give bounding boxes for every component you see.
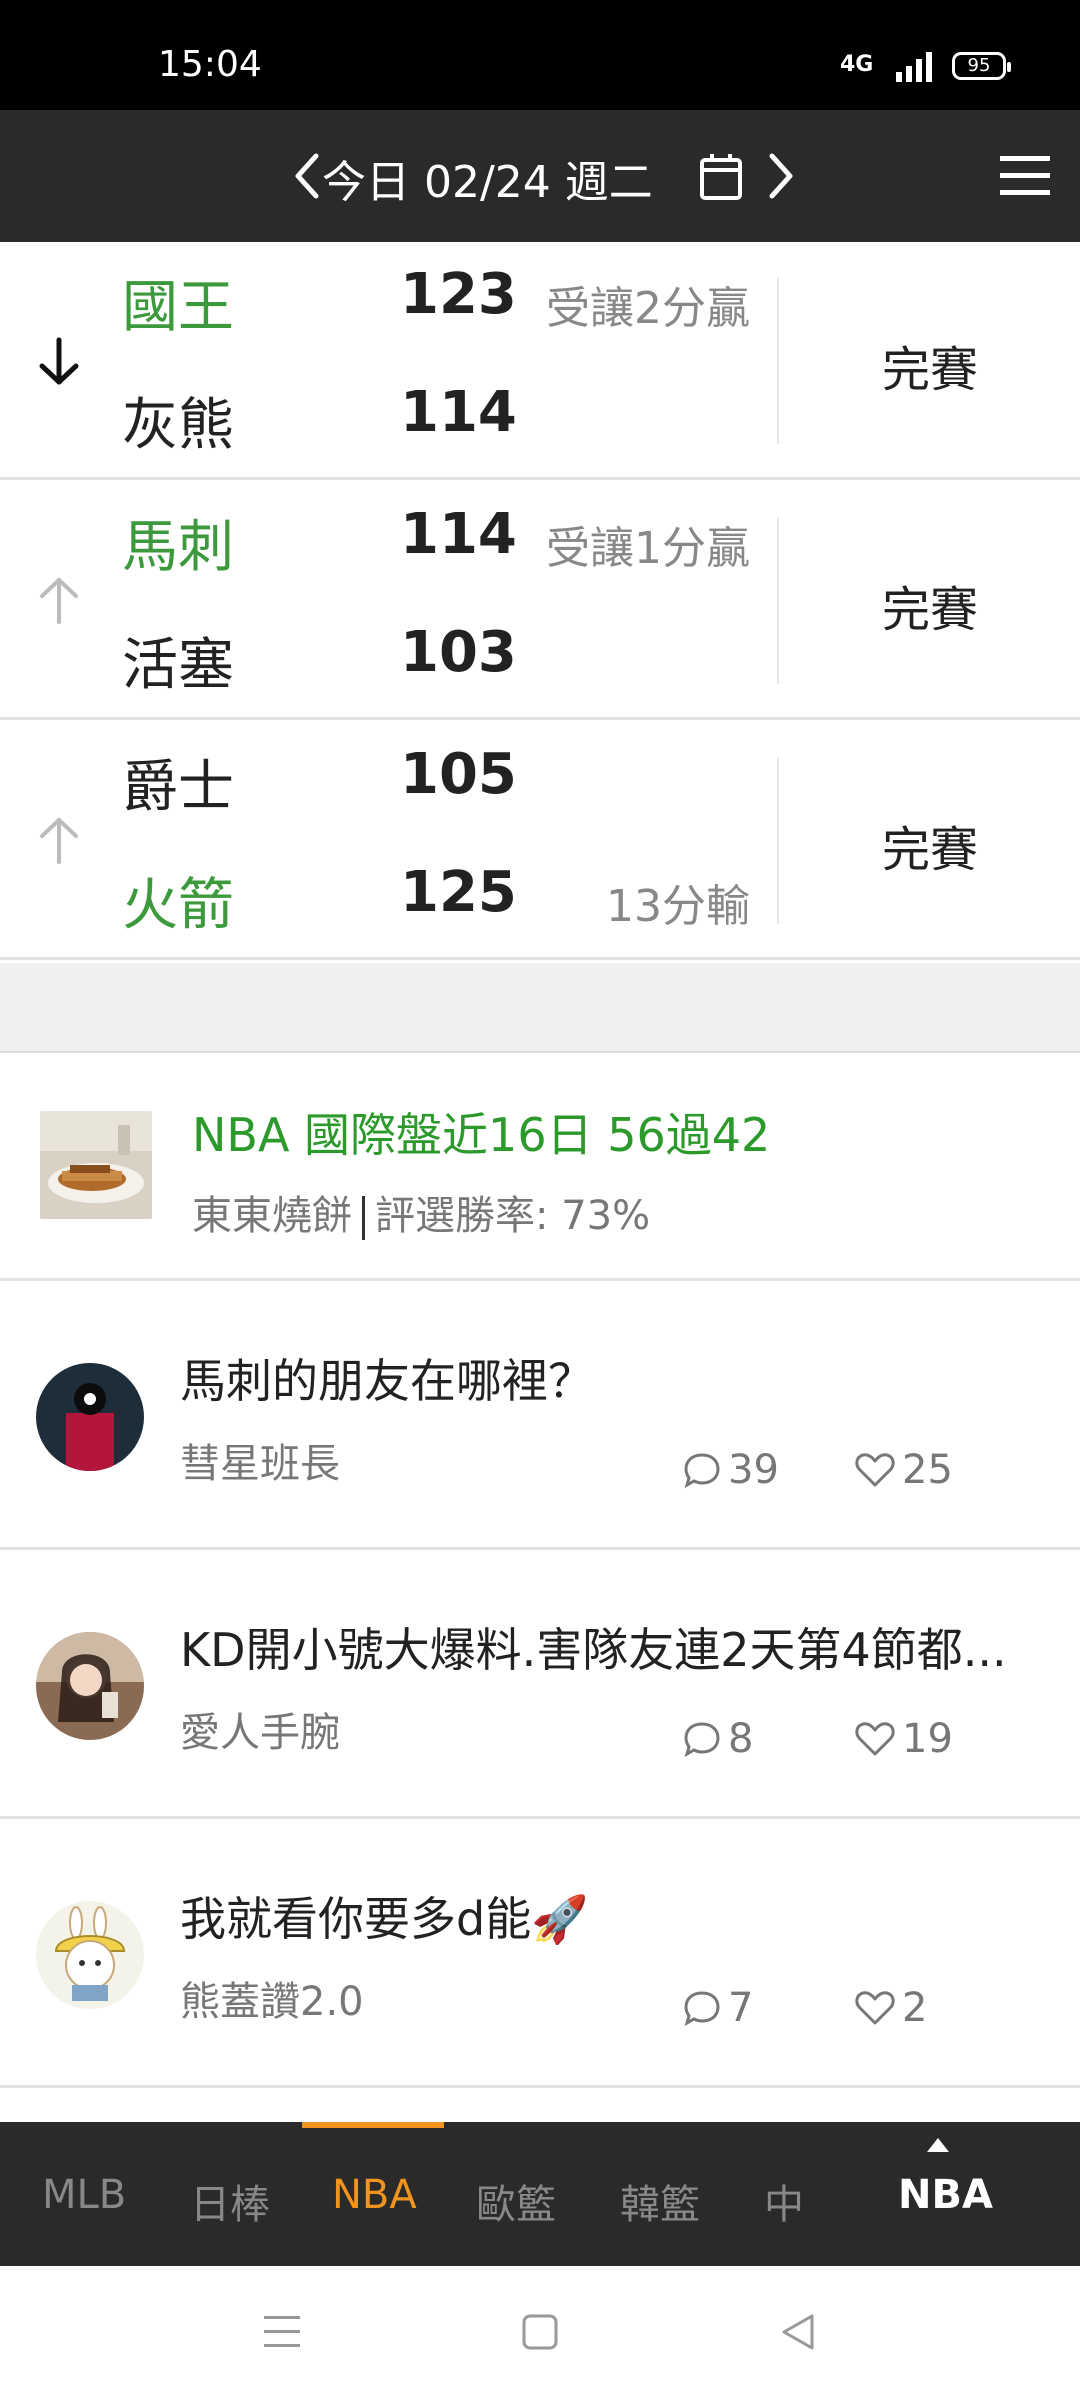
tab-korea-basketball[interactable]: 韓籃 bbox=[620, 2172, 700, 2230]
food-thumbnail-image bbox=[40, 1111, 152, 1219]
sport-selector-button[interactable]: NBA bbox=[898, 2172, 993, 2218]
post-title: 我就看你要多d能🚀 bbox=[180, 1892, 589, 1946]
recent-apps-menu-icon[interactable] bbox=[262, 2310, 302, 2354]
game-row[interactable]: 國王 123 受讓2分贏 灰熊 114 完賽 bbox=[0, 242, 1080, 480]
calendar-icon[interactable] bbox=[698, 152, 744, 202]
post-title: KD開小號大爆料.害隊友連2天第4節都... bbox=[180, 1623, 1007, 1677]
arrow-up-icon bbox=[40, 578, 78, 624]
team-score: 105 bbox=[400, 742, 517, 807]
signal-icon bbox=[896, 52, 932, 82]
post-title: 馬刺的朋友在哪裡？ bbox=[180, 1354, 594, 1408]
like-count[interactable]: 19 bbox=[854, 1716, 953, 1762]
section-spacer bbox=[0, 963, 1080, 1053]
forum-post[interactable]: KD開小號大爆料.害隊友連2天第4節都... 愛人手腕 8 19 bbox=[0, 1550, 1080, 1819]
column-divider bbox=[777, 758, 779, 924]
comment-count: 39 bbox=[682, 1447, 779, 1493]
forum-post[interactable]: 我就看你要多d能🚀 熊蓋讚2.0 7 2 bbox=[0, 1819, 1080, 2088]
next-day-chevron-icon[interactable] bbox=[762, 146, 802, 206]
network-type: 4G bbox=[840, 52, 874, 77]
forum-post[interactable]: 馬刺的朋友在哪裡？ 彗星班長 39 25 bbox=[0, 1281, 1080, 1550]
comment-icon bbox=[684, 1453, 720, 1489]
comment-icon bbox=[684, 1722, 720, 1758]
promo-card[interactable]: NBA 國際盤近16日 56過42 東東燒餅 評選勝率: 73% bbox=[0, 1053, 1080, 1281]
spread-result: 13分輸 bbox=[606, 881, 750, 932]
avatar bbox=[36, 1363, 144, 1471]
back-triangle-icon[interactable] bbox=[778, 2310, 818, 2354]
league-tab-bar: MLB 日棒 NBA 歐籃 韓籃 中 NBA bbox=[0, 2122, 1080, 2266]
hamburger-menu-icon[interactable] bbox=[998, 154, 1052, 198]
heart-icon bbox=[855, 1453, 895, 1487]
game-row[interactable]: 馬刺 114 受讓1分贏 活塞 103 完賽 bbox=[0, 482, 1080, 720]
game-status: 完賽 bbox=[882, 822, 979, 878]
comment-count: 8 bbox=[682, 1716, 753, 1762]
team-score: 125 bbox=[400, 860, 517, 925]
post-author: 彗星班長 bbox=[180, 1441, 340, 1487]
team-name: 活塞 bbox=[122, 633, 234, 698]
game-status: 完賽 bbox=[882, 582, 979, 638]
like-count[interactable]: 2 bbox=[854, 1985, 927, 2031]
tab-japan-baseball[interactable]: 日棒 bbox=[190, 2172, 270, 2230]
arrow-down-icon bbox=[39, 337, 79, 385]
status-time: 15:04 bbox=[158, 44, 262, 85]
status-bar: 15:04 4G 95 bbox=[0, 0, 1080, 110]
team-name: 馬刺 bbox=[122, 515, 234, 580]
game-status: 完賽 bbox=[882, 342, 979, 398]
spread-result: 受讓2分贏 bbox=[546, 283, 750, 334]
team-name: 爵士 bbox=[122, 755, 234, 820]
arrow-up-icon bbox=[40, 818, 78, 864]
active-tab-indicator bbox=[302, 2122, 444, 2128]
promo-author-line: 東東燒餅 評選勝率: 73% bbox=[192, 1183, 650, 1241]
promo-win-rate: 評選勝率: 73% bbox=[375, 1193, 651, 1239]
heart-icon bbox=[855, 1991, 895, 2025]
team-score: 103 bbox=[400, 620, 517, 685]
post-author: 愛人手腕 bbox=[180, 1710, 340, 1756]
game-row[interactable]: 爵士 105 火箭 125 13分輸 完賽 bbox=[0, 722, 1080, 960]
team-name: 火箭 bbox=[122, 873, 234, 938]
home-square-icon[interactable] bbox=[520, 2310, 560, 2354]
heart-icon bbox=[855, 1722, 895, 1756]
team-score: 114 bbox=[400, 502, 517, 567]
team-score: 114 bbox=[400, 380, 517, 445]
current-date-label[interactable]: 今日 02/24 週二 bbox=[322, 146, 653, 210]
tab-chinese-league[interactable]: 中 bbox=[764, 2172, 804, 2230]
avatar bbox=[36, 1632, 144, 1740]
tab-nba[interactable]: NBA bbox=[332, 2172, 417, 2218]
promo-title: NBA 國際盤近16日 56過42 bbox=[192, 1108, 771, 1162]
column-divider bbox=[777, 278, 779, 444]
divider bbox=[362, 1196, 365, 1240]
tab-euro-basketball[interactable]: 歐籃 bbox=[476, 2172, 556, 2230]
comment-count: 7 bbox=[682, 1985, 753, 2031]
avatar bbox=[36, 1901, 144, 2009]
post-author: 熊蓋讚2.0 bbox=[180, 1979, 364, 2025]
promo-author: 東東燒餅 bbox=[192, 1193, 352, 1239]
team-name: 國王 bbox=[122, 275, 234, 340]
comment-icon bbox=[684, 1991, 720, 2027]
team-name: 灰熊 bbox=[122, 393, 234, 458]
system-navigation-bar bbox=[0, 2266, 1080, 2400]
spread-result: 受讓1分贏 bbox=[546, 523, 750, 574]
column-divider bbox=[777, 518, 779, 684]
battery-icon: 95 bbox=[952, 52, 1011, 80]
team-score: 123 bbox=[400, 262, 517, 327]
tab-mlb[interactable]: MLB bbox=[42, 2172, 126, 2218]
date-navigation-bar: 今日 02/24 週二 bbox=[0, 110, 1080, 242]
previous-day-chevron-icon[interactable] bbox=[286, 146, 326, 206]
caret-up-icon[interactable] bbox=[925, 2136, 951, 2154]
like-count[interactable]: 25 bbox=[854, 1447, 953, 1493]
